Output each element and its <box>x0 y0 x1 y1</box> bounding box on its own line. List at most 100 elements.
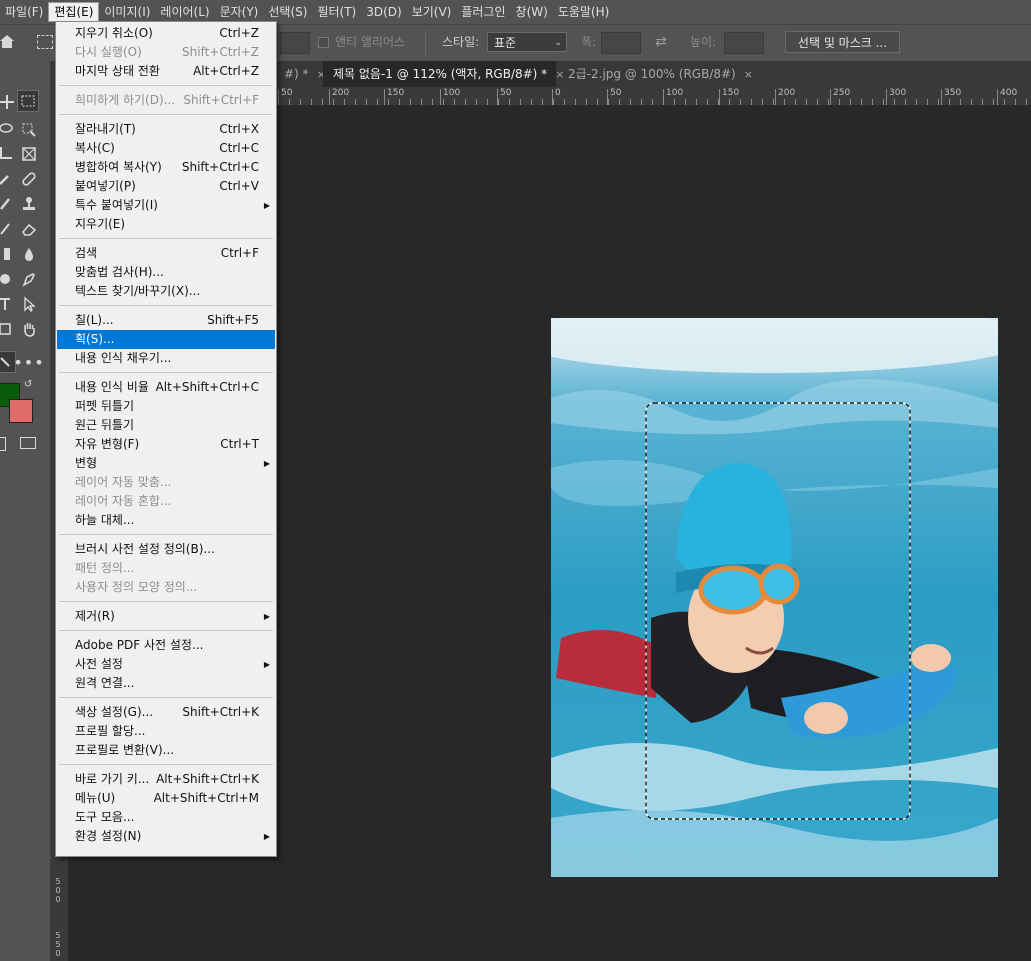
edit-menu-item[interactable]: 변형 ▶ <box>57 454 275 473</box>
ruler-tick <box>377 99 378 105</box>
more-tools-icon[interactable]: ••• <box>13 351 43 373</box>
ruler-tick <box>564 99 565 105</box>
menu-file[interactable]: 파일(F) <box>0 2 48 22</box>
edit-menu-item[interactable]: 제거(R) ▶ <box>57 607 275 626</box>
gradient-tool-icon[interactable] <box>0 243 16 265</box>
move-tool-icon[interactable] <box>0 91 18 113</box>
edit-menu-item[interactable]: 도구 모음... <box>57 808 275 827</box>
shape-tool-icon[interactable] <box>0 318 16 340</box>
ruler-tick <box>487 99 488 105</box>
menu-layer[interactable]: 레이어(L) <box>155 2 214 22</box>
swap-icon[interactable]: ⇄ <box>655 34 673 50</box>
select-and-mask-button[interactable]: 선택 및 마스크 ... <box>785 31 900 53</box>
brush-tool-icon[interactable] <box>0 193 16 215</box>
edit-menu-item[interactable]: 퍼펫 뒤틀기 <box>57 397 275 416</box>
edit-menu-item[interactable]: 브러시 사전 설정 정의(B)... <box>57 540 275 559</box>
marquee-preset-icon[interactable] <box>37 35 53 49</box>
edit-menu-item[interactable]: 프로필 할당... <box>57 722 275 741</box>
background-color-swatch[interactable] <box>9 399 33 423</box>
screen-mode-icon[interactable] <box>20 437 36 449</box>
menu-type[interactable]: 문자(Y) <box>215 2 264 22</box>
menu-image[interactable]: 이미지(I) <box>99 2 155 22</box>
frame-tool-icon[interactable] <box>18 143 40 165</box>
menu-select[interactable]: 선택(S) <box>263 2 312 22</box>
edit-menu-item[interactable]: 프로필로 변환(V)... <box>57 741 275 760</box>
menu-3d[interactable]: 3D(D) <box>361 2 406 22</box>
eraser-tool-icon[interactable] <box>18 218 40 240</box>
hand-tool-icon[interactable] <box>18 318 40 340</box>
style-label: 스타일: <box>442 35 480 49</box>
marquee-tool-icon[interactable] <box>17 90 39 112</box>
clone-stamp-tool-icon[interactable] <box>18 193 40 215</box>
ruler-tick <box>421 99 422 105</box>
edit-menu-item[interactable]: 원격 연결... <box>57 674 275 693</box>
quick-mask-icon[interactable] <box>0 437 6 451</box>
dodge-tool-icon[interactable] <box>0 268 16 290</box>
pen-tool-icon[interactable] <box>18 268 40 290</box>
style-select[interactable]: 표준 ⌄ <box>487 32 567 52</box>
quick-select-tool-icon[interactable] <box>18 119 40 141</box>
edit-menu-item[interactable]: 마지막 상태 전환 Alt+Ctrl+Z <box>57 62 275 81</box>
edit-menu-item[interactable]: 획(S)... <box>57 330 275 349</box>
menu-item-label: 하늘 대체... <box>75 513 135 527</box>
edit-menu-item[interactable]: 내용 인식 채우기... <box>57 349 275 368</box>
edit-menu-item[interactable]: 원근 뒤틀기 <box>57 416 275 435</box>
edit-menu-item[interactable]: 하늘 대체... <box>57 511 275 530</box>
menu-item-shortcut: Shift+F5 <box>207 313 259 327</box>
tab-document-1[interactable]: #) * × <box>276 61 326 87</box>
menu-separator <box>59 534 273 535</box>
ruler-tick <box>300 99 301 105</box>
path-selection-tool-icon[interactable] <box>18 293 40 315</box>
edit-menu-item[interactable]: 검색 Ctrl+F <box>57 244 275 263</box>
history-brush-tool-icon[interactable] <box>0 218 16 240</box>
edit-menu-item[interactable]: Adobe PDF 사전 설정... <box>57 636 275 655</box>
edit-menu-item[interactable]: 바로 가기 키... Alt+Shift+Ctrl+K <box>57 770 275 789</box>
menu-view[interactable]: 보기(V) <box>407 2 457 22</box>
menu-item-label: 사용자 정의 모양 정의... <box>75 580 198 594</box>
menu-window[interactable]: 창(W) <box>511 2 553 22</box>
edit-menu-item[interactable]: 복사(C) Ctrl+C <box>57 139 275 158</box>
tab-label: 2급-2.jpg @ 100% (RGB/8#) <box>568 67 736 81</box>
ruler-tick <box>740 99 741 105</box>
edit-menu-item[interactable]: 잘라내기(T) Ctrl+X <box>57 120 275 139</box>
menu-filter[interactable]: 필터(T) <box>312 2 361 22</box>
close-icon[interactable]: × <box>744 68 753 81</box>
edit-menu-item[interactable]: 지우기 취소(O) Ctrl+Z <box>57 24 275 43</box>
swimmer-photo <box>551 318 998 877</box>
type-tool-icon[interactable] <box>0 293 16 315</box>
divider <box>425 31 426 55</box>
home-icon[interactable] <box>0 34 14 50</box>
edit-menu-item[interactable]: 내용 인식 비율 Alt+Shift+Ctrl+C <box>57 378 275 397</box>
edit-menu-item[interactable]: 메뉴(U) Alt+Shift+Ctrl+M <box>57 789 275 808</box>
blur-tool-icon[interactable] <box>18 243 40 265</box>
antialias-checkbox[interactable] <box>318 37 329 48</box>
menu-separator <box>59 114 273 115</box>
edit-menu-item[interactable]: 텍스트 찾기/바꾸기(X)... <box>57 282 275 301</box>
tab-document-2[interactable]: 제목 없음-1 @ 112% (액자, RGB/8#) * × <box>323 61 564 87</box>
menu-edit[interactable]: 편집(E) <box>48 2 100 22</box>
edit-menu-item[interactable]: 환경 설정(N) ▶ <box>57 827 275 846</box>
edit-menu-item[interactable]: 지우기(E) <box>57 215 275 234</box>
feather-input[interactable] <box>280 32 310 54</box>
edit-menu-item[interactable]: 맞춤법 검사(H)... <box>57 263 275 282</box>
edit-menu-item[interactable]: 특수 붙여넣기(I) ▶ <box>57 196 275 215</box>
edit-menu-item[interactable]: 병합하여 복사(Y) Shift+Ctrl+C <box>57 158 275 177</box>
crop-tool-icon[interactable] <box>0 143 16 165</box>
edit-menu-item[interactable]: 색상 설정(G)... Shift+Ctrl+K <box>57 703 275 722</box>
canvas-image[interactable] <box>551 318 998 877</box>
edit-menu-item[interactable]: 붙여넣기(P) Ctrl+V <box>57 177 275 196</box>
edit-menu-item[interactable]: 칠(L)... Shift+F5 <box>57 311 275 330</box>
edit-menu-item[interactable]: 자유 변형(F) Ctrl+T <box>57 435 275 454</box>
healing-brush-tool-icon[interactable] <box>18 168 40 190</box>
lasso-tool-icon[interactable] <box>0 119 16 141</box>
width-input[interactable] <box>601 32 641 54</box>
eyedropper-tool-icon[interactable] <box>0 168 16 190</box>
menu-separator <box>59 305 273 306</box>
swap-colors-icon[interactable]: ↺ <box>24 379 32 390</box>
menu-help[interactable]: 도움말(H) <box>553 2 615 22</box>
edit-menu-item[interactable]: 사전 설정 ▶ <box>57 655 275 674</box>
height-input[interactable] <box>724 32 764 54</box>
menu-plugins[interactable]: 플러그인 <box>456 2 510 22</box>
tab-document-3[interactable]: 2급-2.jpg @ 100% (RGB/8#) × <box>558 61 753 87</box>
menu-separator <box>59 697 273 698</box>
